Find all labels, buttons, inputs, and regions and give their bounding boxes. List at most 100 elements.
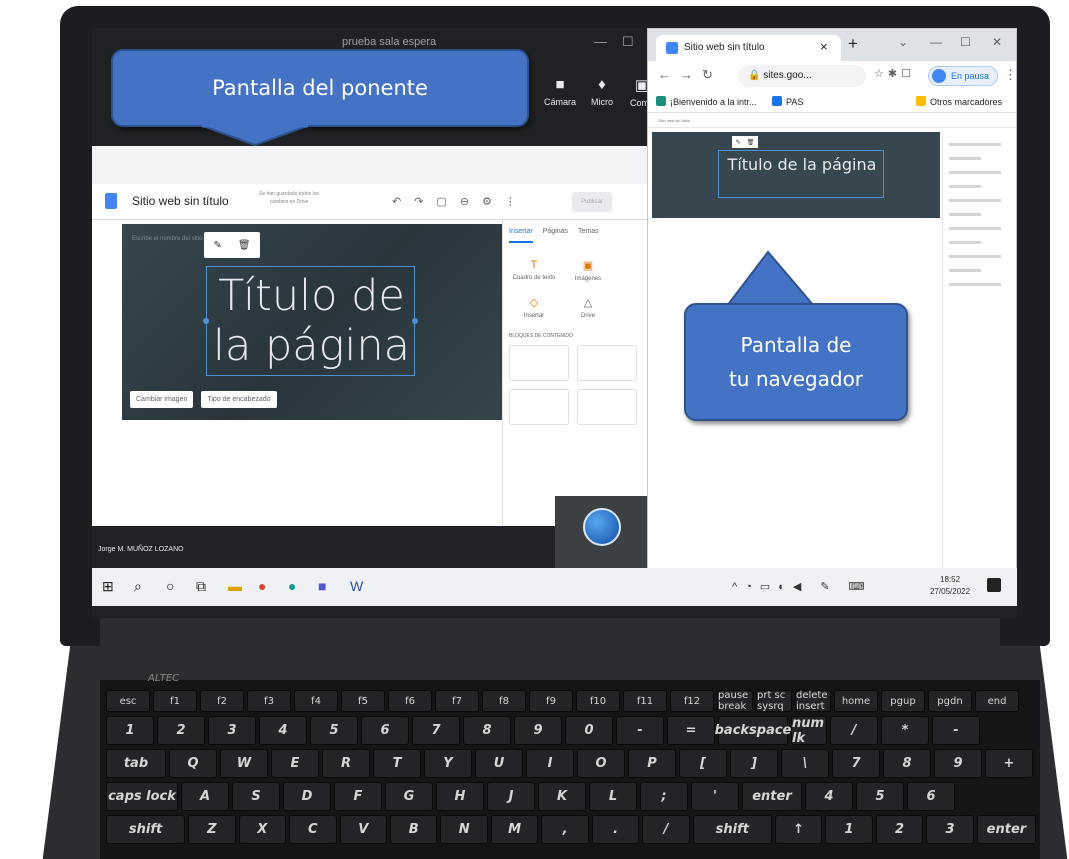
content-block[interactable] [577, 389, 637, 425]
menu-icon[interactable]: ⋮ [1004, 67, 1017, 83]
teams-icon[interactable]: ■ [318, 578, 326, 594]
keyboard-key[interactable]: 3 [208, 716, 256, 745]
keyboard-key[interactable]: X [238, 815, 287, 844]
keyboard-key[interactable]: 1 [825, 815, 873, 844]
keyboard-key[interactable]: f7 [435, 690, 479, 712]
bookmark-item[interactable]: ¡Bienvenido a la intr... [656, 96, 757, 107]
cortana-icon[interactable]: ○ [166, 578, 174, 594]
keyboard-key[interactable]: , [541, 815, 589, 844]
browser-tab[interactable]: Sitio web sin título × [656, 35, 841, 61]
keyboard-key[interactable]: 9 [514, 716, 562, 745]
keyboard-key[interactable]: K [538, 782, 586, 811]
keyboard-key[interactable]: f1 [153, 690, 197, 712]
microphone-button[interactable]: ♦ Micro [582, 76, 622, 107]
keyboard-key[interactable]: f10 [576, 690, 620, 712]
page-title-box[interactable]: Título de la página [203, 266, 418, 376]
close-tab-icon[interactable]: × [820, 39, 828, 54]
keyboard-key[interactable]: end [975, 690, 1019, 712]
keyboard-key[interactable]: A [181, 782, 229, 811]
keyboard-key[interactable]: O [577, 749, 625, 778]
keyboard-key[interactable]: 7 [412, 716, 460, 745]
keyboard-key[interactable]: f2 [200, 690, 244, 712]
other-bookmarks[interactable]: Otros marcadores [916, 96, 1002, 107]
keyboard-key[interactable]: N [440, 815, 488, 844]
page-header-banner[interactable]: Escribe el nombre del sitio ✎ 🗑 Título d… [122, 224, 524, 420]
tab-themes[interactable]: Temas [578, 228, 599, 243]
system-tray[interactable]: ^◔▭◐◀ ✎ ⌨ [732, 580, 873, 593]
keyboard-key[interactable]: J [487, 782, 535, 811]
tab-insert[interactable]: Insertar [509, 228, 533, 243]
content-block[interactable] [509, 345, 569, 381]
keyboard-key[interactable]: * [881, 716, 929, 745]
keyboard-key[interactable]: backspace [715, 716, 791, 745]
keyboard-key[interactable]: / [642, 815, 690, 844]
keyboard-key[interactable]: esc [106, 690, 150, 712]
keyboard-key[interactable]: = [667, 716, 715, 745]
chrome-icon[interactable]: ● [258, 578, 266, 594]
edit-icon[interactable]: ✎ [213, 240, 221, 251]
keyboard-key[interactable]: U [475, 749, 523, 778]
keyboard-key[interactable]: shift [692, 815, 772, 844]
content-block[interactable] [509, 389, 569, 425]
keyboard-key[interactable]: 8 [883, 749, 931, 778]
keyboard-key[interactable]: 4 [805, 782, 853, 811]
keyboard-key[interactable]: C [289, 815, 337, 844]
keyboard-key[interactable]: 5 [310, 716, 358, 745]
keyboard-key[interactable]: tab [106, 749, 166, 778]
reload-icon[interactable]: ↻ [702, 67, 713, 83]
tab-pages[interactable]: Páginas [543, 228, 568, 243]
keyboard-key[interactable]: H [436, 782, 484, 811]
keyboard-key[interactable]: Q [169, 749, 217, 778]
keyboard-key[interactable]: - [616, 716, 664, 745]
keyboard-key[interactable]: 9 [934, 749, 982, 778]
start-icon[interactable]: ⊞ [102, 578, 114, 595]
keyboard-key[interactable]: I [526, 749, 574, 778]
address-bar[interactable]: 🔒 sites.goo... [738, 65, 866, 87]
mini-header-banner[interactable]: ✎ 🗑 Título de la página [652, 132, 940, 218]
forward-icon[interactable]: → [680, 67, 693, 82]
publish-button[interactable]: Publicar [572, 192, 612, 212]
keyboard-key[interactable]: enter [976, 815, 1037, 844]
images-item[interactable]: ▣ Imágenes [563, 259, 613, 282]
keyboard-key[interactable]: R [322, 749, 370, 778]
task-view-icon[interactable]: ⧉ [196, 578, 206, 595]
resize-handle[interactable] [203, 318, 209, 324]
keyboard-key[interactable]: num lk [791, 716, 827, 746]
keyboard-key[interactable]: f6 [388, 690, 432, 712]
file-explorer-icon[interactable]: ▬ [228, 578, 242, 594]
keyboard-key[interactable]: f9 [529, 690, 573, 712]
minimize-icon[interactable]: — [594, 34, 607, 49]
keyboard-key[interactable]: 0 [565, 716, 613, 745]
keyboard-key[interactable]: + [985, 749, 1033, 778]
keyboard-key[interactable]: caps lock [106, 782, 178, 811]
keyboard-key[interactable]: shift [106, 815, 186, 844]
content-block[interactable] [577, 345, 637, 381]
keyboard-key[interactable]: - [932, 716, 980, 745]
keyboard-key[interactable]: F [334, 782, 382, 811]
keyboard-key[interactable]: W [220, 749, 268, 778]
keyboard-key[interactable]: enter [742, 782, 802, 811]
clock[interactable]: 18:52 27/05/2022 [930, 574, 970, 598]
keyboard-key[interactable]: 2 [157, 716, 205, 745]
minimize-icon[interactable]: — [930, 35, 942, 49]
keyboard-key[interactable]: L [589, 782, 637, 811]
resize-handle[interactable] [412, 318, 418, 324]
sync-paused-button[interactable]: En pausa [928, 66, 999, 86]
change-image-button[interactable]: Cambiar imagen [130, 391, 194, 408]
keyboard-key[interactable]: / [830, 716, 878, 745]
keyboard-key[interactable]: 6 [907, 782, 955, 811]
mini-title-box[interactable]: Título de la página [718, 150, 884, 198]
keyboard-key[interactable]: f5 [341, 690, 385, 712]
keyboard-key[interactable]: home [834, 690, 878, 712]
header-type-button[interactable]: Tipo de encabezado [201, 391, 277, 408]
keyboard-key[interactable]: E [271, 749, 319, 778]
close-icon[interactable]: ✕ [992, 35, 1002, 49]
sites-title[interactable]: Sitio web sin título [132, 194, 229, 208]
keyboard-key[interactable]: 5 [856, 782, 904, 811]
keyboard-key[interactable]: ' [691, 782, 739, 811]
keyboard-key[interactable]: M [490, 815, 539, 844]
search-icon[interactable]: ⌕ [134, 578, 142, 595]
keyboard-key[interactable]: pgdn [928, 690, 972, 712]
drive-item[interactable]: △ Drive [563, 296, 613, 319]
keyboard-key[interactable]: 6 [361, 716, 409, 745]
